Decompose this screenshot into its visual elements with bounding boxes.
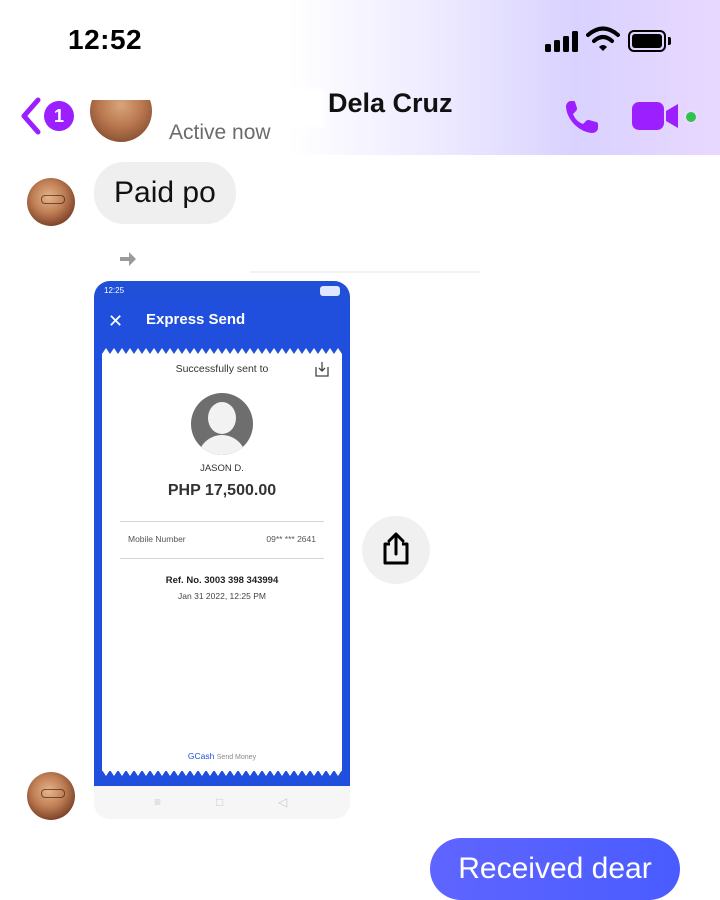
wifi-icon <box>586 26 620 51</box>
unread-count-badge[interactable]: 1 <box>44 101 74 131</box>
phone-icon[interactable] <box>562 97 602 137</box>
online-indicator <box>684 110 698 124</box>
cellular-signal-icon <box>545 30 579 52</box>
receipt-amount: PHP 17,500.00 <box>167 482 277 499</box>
share-icon <box>383 532 409 565</box>
receipt-mobile-label: Mobile Number <box>128 534 186 544</box>
receipt-nav-bar: ≡ □ ◁ <box>94 786 350 819</box>
receipt-footer-text: Send Money <box>216 754 257 761</box>
forward-arrow-icon <box>120 252 136 266</box>
recipient-avatar-icon <box>191 393 253 455</box>
menu-icon: ≡ <box>154 795 162 809</box>
home-square-icon: □ <box>216 795 224 809</box>
receipt-footer-brand: GCash <box>187 751 215 761</box>
divider <box>250 271 480 273</box>
receipt-status-time: 12:25 <box>104 286 125 295</box>
receipt-datetime: Jan 31 2022, 12:25 PM <box>178 591 266 601</box>
receipt-recipient: JASON D. <box>200 463 244 474</box>
download-icon <box>315 362 329 377</box>
receipt-divider <box>120 558 324 559</box>
receipt-divider <box>120 521 324 522</box>
sender-avatar[interactable] <box>27 178 75 226</box>
receipt-border-left <box>94 356 102 786</box>
receipt-reference: Ref. No. 3003 398 343994 <box>165 575 279 586</box>
back-triangle-icon: ◁ <box>278 795 288 809</box>
chevron-left-icon[interactable] <box>18 96 44 136</box>
presence-status: Active now <box>169 121 271 144</box>
receipt-title: Express Send <box>146 311 246 328</box>
outgoing-message[interactable]: Received dear <box>430 838 680 900</box>
receipt-battery-icon <box>320 286 340 296</box>
incoming-message[interactable]: Paid po <box>94 162 236 224</box>
receipt-mobile-value: 09** *** 2641 <box>266 534 316 544</box>
receipt-border-right <box>342 356 350 786</box>
status-bar-time: 12:52 <box>68 24 143 55</box>
contact-avatar[interactable] <box>90 100 152 145</box>
sender-avatar[interactable] <box>27 772 75 820</box>
video-camera-icon[interactable] <box>632 100 682 132</box>
battery-icon <box>628 30 671 52</box>
receipt-close-icon: ✕ <box>108 311 124 331</box>
share-button[interactable] <box>362 516 430 584</box>
receipt-status-bar <box>94 281 350 301</box>
receipt-footer: GCash Send Money <box>94 751 350 761</box>
contact-name[interactable]: Dela Cruz <box>328 88 453 119</box>
receipt-sent-to-label: Successfully sent to <box>175 363 269 375</box>
receipt-image-attachment[interactable]: 12:25 ✕ Express Send Successfully sent t… <box>94 281 350 819</box>
